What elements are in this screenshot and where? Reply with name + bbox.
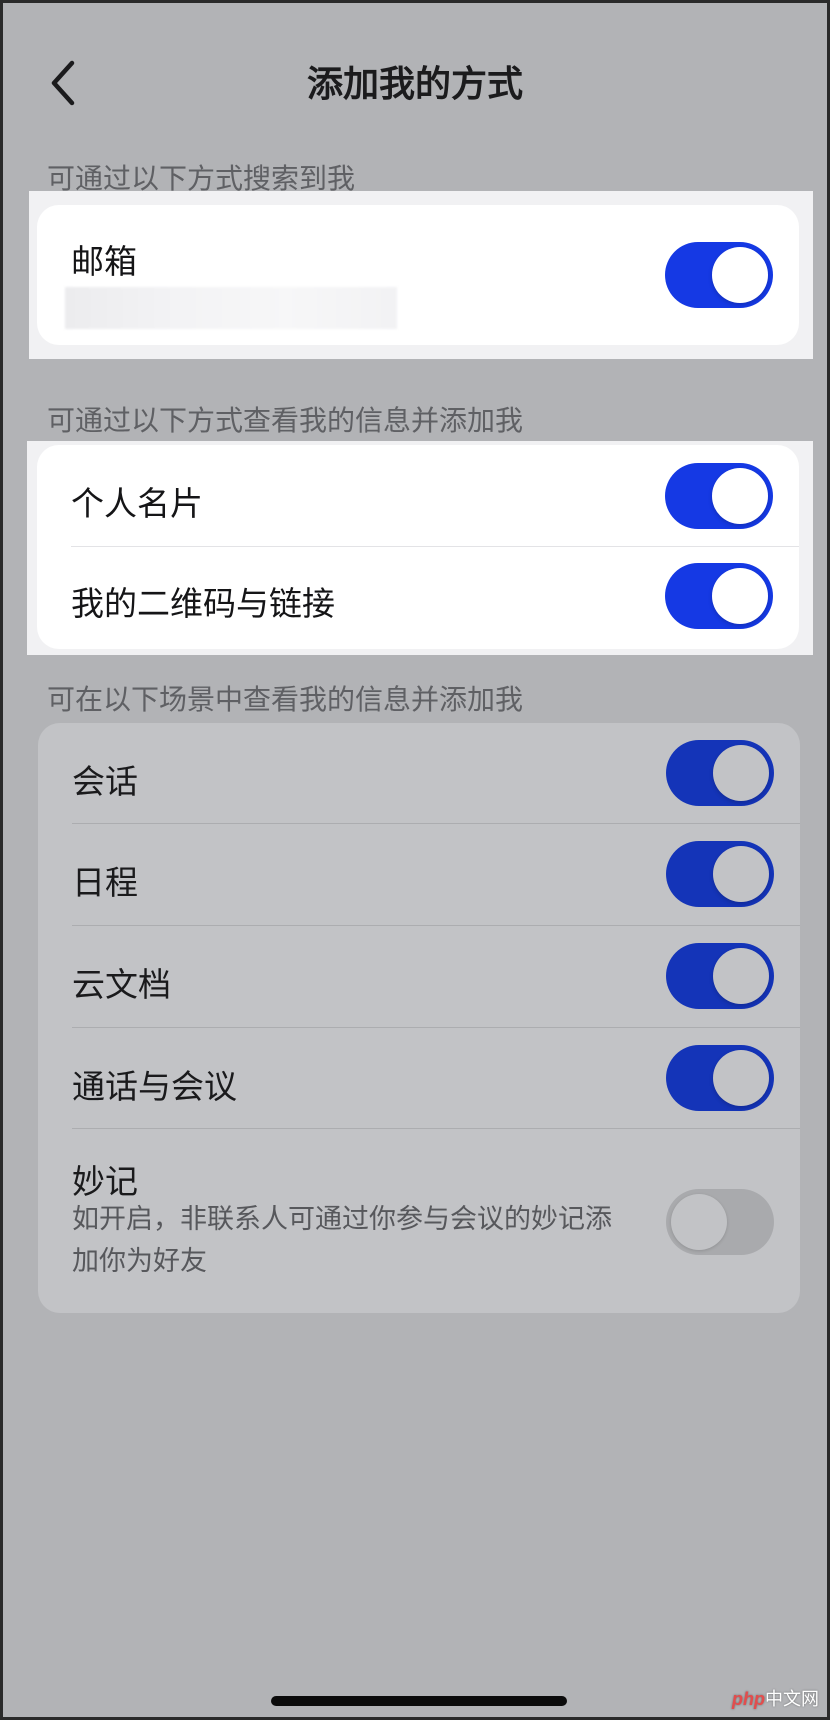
calls-meetings-toggle[interactable]: [666, 1045, 774, 1111]
toggle-knob: [712, 247, 768, 303]
minutes-label: 妙记: [72, 1162, 138, 1201]
chat-toggle[interactable]: [666, 740, 774, 806]
minutes-toggle[interactable]: [666, 1189, 774, 1255]
toggle-knob: [712, 468, 768, 524]
business-card-label: 个人名片: [71, 484, 203, 523]
qr-code-link-toggle[interactable]: [665, 563, 773, 629]
list-item-calls-meetings[interactable]: 通话与会议: [38, 1028, 800, 1129]
toggle-knob: [671, 1194, 727, 1250]
docs-toggle[interactable]: [666, 943, 774, 1009]
minutes-description: 如开启，非联系人可通过你参与会议的妙记添加你为好友: [72, 1204, 612, 1277]
view-add-card-highlight: 个人名片 我的二维码与链接: [27, 441, 813, 655]
list-item-chat[interactable]: 会话: [38, 723, 800, 824]
list-item-minutes[interactable]: 妙记 如开启，非联系人可通过你参与会议的妙记添加你为好友: [38, 1129, 800, 1313]
section-header-scenes: 可在以下场景中查看我的信息并添加我: [47, 683, 524, 716]
list-item-qr-code-link[interactable]: 我的二维码与链接: [37, 547, 799, 649]
toggle-knob: [713, 745, 769, 801]
screen-frame: 添加我的方式 可通过以下方式搜索到我 邮箱 可通过以下方式查看我的信息并添加我 …: [0, 0, 830, 1720]
email-toggle[interactable]: [665, 242, 773, 308]
docs-label: 云文档: [72, 965, 171, 1004]
calls-meetings-label: 通话与会议: [72, 1067, 237, 1106]
list-item-calendar[interactable]: 日程: [38, 824, 800, 925]
email-value-redacted: [65, 287, 397, 329]
navigation-bar: 添加我的方式: [3, 3, 827, 163]
toggle-knob: [713, 948, 769, 1004]
toggle-knob: [713, 1050, 769, 1106]
section-header-view-add: 可通过以下方式查看我的信息并添加我: [47, 404, 524, 437]
scenes-card: 会话 日程 云文档 通话与会议 妙记 如开启，非联系人可通过你参与会议的妙记添加…: [38, 723, 800, 1313]
page-title: 添加我的方式: [306, 64, 523, 105]
toggle-knob: [712, 568, 768, 624]
list-item-business-card[interactable]: 个人名片: [37, 445, 799, 547]
watermark: php中文网: [732, 1689, 819, 1709]
qr-code-link-label: 我的二维码与链接: [71, 584, 335, 623]
list-item-docs[interactable]: 云文档: [38, 926, 800, 1027]
chat-label: 会话: [72, 762, 138, 801]
calendar-label: 日程: [72, 863, 138, 902]
toggle-knob: [713, 846, 769, 902]
list-item-email: 邮箱: [37, 205, 799, 345]
business-card-toggle[interactable]: [665, 463, 773, 529]
search-card: 邮箱: [37, 205, 799, 345]
calendar-toggle[interactable]: [666, 841, 774, 907]
view-add-card: 个人名片 我的二维码与链接: [37, 445, 799, 649]
home-indicator: [271, 1696, 567, 1706]
email-label: 邮箱: [71, 242, 137, 281]
search-card-highlight: 邮箱: [29, 191, 813, 359]
